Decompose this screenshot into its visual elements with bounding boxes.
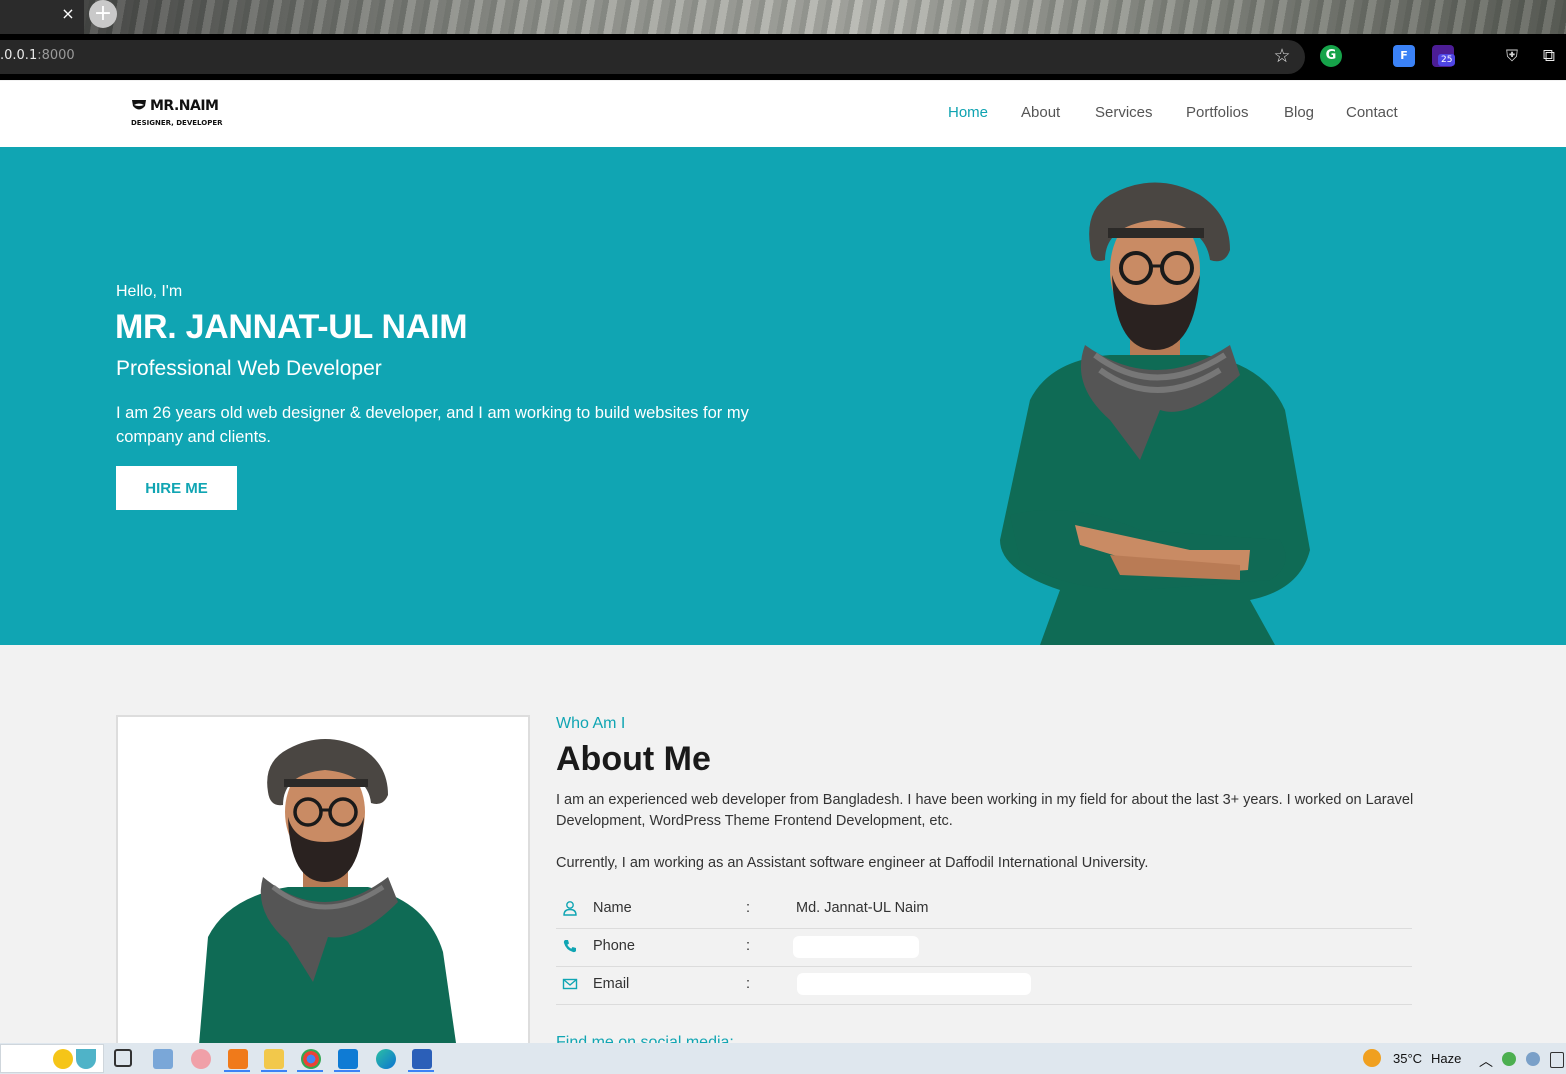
info-label: Phone xyxy=(593,938,635,954)
extensions-puzzle-icon[interactable]: ⧉ xyxy=(1538,45,1560,67)
nav-contact[interactable]: Contact xyxy=(1346,104,1398,124)
tab-strip-wallpaper xyxy=(0,0,1566,34)
extension-f-icon[interactable]: F xyxy=(1393,45,1415,67)
bowl-icon xyxy=(76,1049,96,1069)
tray-app-icon[interactable] xyxy=(1502,1052,1516,1066)
hero-description: I am 26 years old web designer & develop… xyxy=(116,404,749,446)
about-paragraph-1: I am an experienced web developer from B… xyxy=(556,792,1414,829)
url-host: .0.0.1 xyxy=(0,48,38,63)
info-row-phone: Phone : xyxy=(556,928,1412,967)
weather-condition[interactable]: Haze xyxy=(1431,1051,1461,1066)
extension-shield-icon[interactable]: ⛨ xyxy=(1501,45,1523,67)
taskbar-running-indicator xyxy=(334,1070,360,1072)
weather-temperature[interactable]: 35°C xyxy=(1393,1051,1422,1066)
nav-services[interactable]: Services xyxy=(1095,104,1153,124)
browser-tab-strip xyxy=(0,0,1566,34)
vscode-icon[interactable] xyxy=(338,1049,358,1069)
taskbar-running-indicator xyxy=(261,1070,287,1072)
address-bar[interactable]: .0.0.1:8000 xyxy=(0,40,1305,74)
email-redaction xyxy=(797,973,1031,995)
hero-portrait-image xyxy=(1000,182,1310,645)
url-port: :8000 xyxy=(37,48,75,63)
address-bar-url: .0.0.1:8000 xyxy=(0,48,75,63)
tray-chevron-up-icon[interactable]: ︿ xyxy=(1479,1051,1493,1071)
extension-home-icon[interactable]: 25 xyxy=(1432,45,1456,67)
envelope-icon xyxy=(562,978,578,990)
bookmark-star-icon[interactable]: ☆ xyxy=(1270,44,1294,68)
banana-icon xyxy=(53,1049,73,1069)
taskbar-running-indicator xyxy=(297,1070,323,1072)
about-photo-frame xyxy=(116,715,530,1055)
tab-close-icon[interactable]: × xyxy=(60,4,76,24)
hero-greeting: Hello, I'm xyxy=(116,283,183,300)
logo-subtitle: DESIGNER, DEVELOPER xyxy=(131,119,223,127)
nav-portfolios[interactable]: Portfolios xyxy=(1186,104,1249,124)
logo-main-text: MR.NAIM xyxy=(150,98,219,114)
edge-icon[interactable] xyxy=(376,1049,396,1069)
user-icon xyxy=(563,901,577,916)
info-colon: : xyxy=(746,900,751,916)
hero-name: MR. JANNAT-UL NAIM xyxy=(115,308,468,346)
info-value: Md. Jannat-UL Naim xyxy=(796,900,929,916)
phone-icon xyxy=(563,940,576,953)
word-icon[interactable] xyxy=(412,1049,432,1069)
task-view-icon[interactable] xyxy=(114,1049,132,1067)
about-title: About Me xyxy=(556,740,711,778)
extension-badge: 25 xyxy=(1438,54,1456,66)
site-logo[interactable]: MR.NAIM DESIGNER, DEVELOPER xyxy=(130,98,223,130)
info-colon: : xyxy=(746,938,751,954)
info-label: Email xyxy=(593,976,630,992)
site-header xyxy=(0,81,1566,147)
weather-sun-icon[interactable] xyxy=(1363,1049,1381,1067)
about-paragraph-2: Currently, I am working as an Assistant … xyxy=(556,855,1149,871)
paint-icon[interactable] xyxy=(191,1049,211,1069)
widgets-icon[interactable] xyxy=(153,1049,173,1069)
nav-home[interactable]: Home xyxy=(948,104,988,124)
taskbar-running-indicator xyxy=(224,1070,250,1072)
about-eyebrow: Who Am I xyxy=(556,715,626,732)
chrome-icon[interactable] xyxy=(301,1049,321,1069)
tray-display-icon[interactable] xyxy=(1550,1052,1564,1068)
file-explorer-icon[interactable] xyxy=(264,1049,284,1069)
info-colon: : xyxy=(746,976,751,992)
grammarly-extension-icon[interactable]: G xyxy=(1320,45,1342,67)
nav-about[interactable]: About xyxy=(1021,104,1060,124)
hero-section xyxy=(0,147,1566,645)
info-row-name: Name : Md. Jannat-UL Naim xyxy=(556,890,1412,929)
logo-mustache-icon xyxy=(132,100,146,110)
tray-network-icon[interactable] xyxy=(1526,1052,1540,1066)
phone-redaction xyxy=(793,936,919,958)
xampp-icon[interactable] xyxy=(228,1049,248,1069)
taskbar-running-indicator xyxy=(408,1070,434,1072)
about-portrait-image xyxy=(198,739,458,1053)
info-label: Name xyxy=(593,900,632,916)
nav-blog[interactable]: Blog xyxy=(1284,104,1314,124)
hire-me-button[interactable]: HIRE ME xyxy=(116,466,237,510)
hero-role: Professional Web Developer xyxy=(116,357,382,380)
new-tab-button[interactable]: + xyxy=(89,0,117,28)
